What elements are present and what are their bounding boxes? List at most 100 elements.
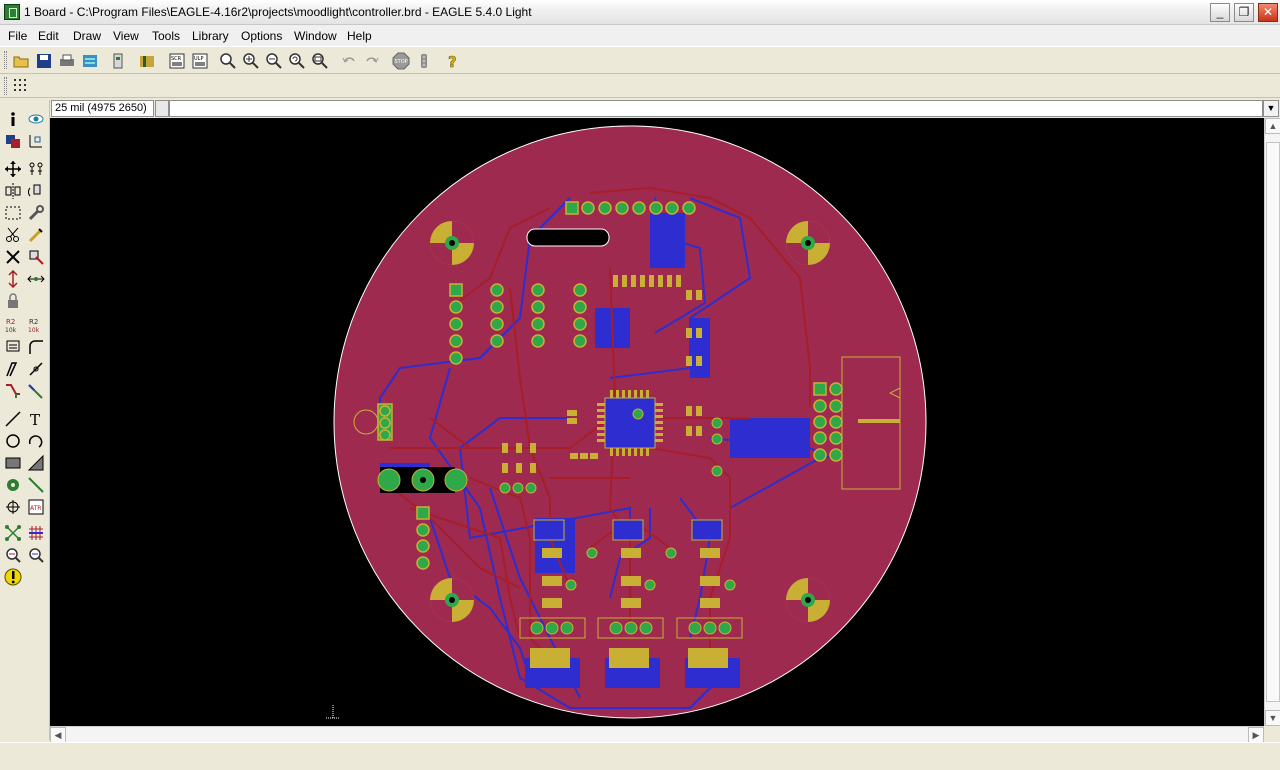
restore-button[interactable]: ❐	[1234, 3, 1254, 22]
zoom-fit-icon[interactable]	[219, 52, 237, 70]
svg-text:R2: R2	[6, 318, 15, 326]
name-icon[interactable]: R210k	[4, 316, 22, 334]
miter-icon[interactable]	[27, 338, 45, 356]
display-icon[interactable]	[4, 132, 22, 150]
menu-file[interactable]: File	[8, 29, 27, 43]
paste-icon[interactable]	[27, 226, 45, 244]
stop-icon[interactable]: STOP	[392, 52, 410, 70]
rotate-icon[interactable]	[27, 182, 45, 200]
menu-window[interactable]: Window	[294, 29, 337, 43]
split-icon[interactable]	[4, 360, 22, 378]
left-component	[377, 403, 393, 441]
scroll-left-arrow[interactable]: ◀	[50, 727, 66, 743]
smash-icon[interactable]	[4, 338, 22, 356]
zoom-out-icon[interactable]	[265, 52, 283, 70]
mounting-hole-tl	[430, 221, 474, 265]
circle-icon[interactable]	[4, 432, 22, 450]
window-title: 1 Board - C:\Program Files\EAGLE-4.16r2\…	[24, 5, 532, 19]
minimize-button[interactable]: _	[1210, 3, 1230, 22]
cut-icon[interactable]	[4, 226, 22, 244]
menu-edit[interactable]: Edit	[38, 29, 59, 43]
pinswap-icon[interactable]	[4, 270, 22, 288]
ratsnest-icon[interactable]	[4, 524, 22, 542]
scroll-down-arrow[interactable]: ▼	[1265, 710, 1280, 726]
zoom-redraw-icon[interactable]	[288, 52, 306, 70]
info-icon[interactable]	[4, 110, 22, 128]
toolbar-grip-2[interactable]	[4, 77, 7, 95]
open-icon[interactable]	[12, 52, 30, 70]
close-button[interactable]: ✕	[1258, 3, 1278, 22]
change-icon[interactable]	[27, 204, 45, 222]
zoom-in-icon[interactable]	[242, 52, 260, 70]
undo-icon[interactable]	[340, 52, 358, 70]
eagle-app-icon	[4, 4, 20, 20]
pcb-board-view[interactable]	[50, 118, 1264, 726]
board-slot	[526, 228, 610, 247]
auto-icon[interactable]	[27, 524, 45, 542]
print-icon[interactable]	[58, 52, 76, 70]
errors-icon[interactable]	[4, 568, 22, 586]
group-icon[interactable]	[4, 204, 22, 222]
grid-icon[interactable]	[12, 77, 30, 95]
zoom-select-icon[interactable]	[311, 52, 329, 70]
title-bar[interactable]: 1 Board - C:\Program Files\EAGLE-4.16r2\…	[0, 0, 1280, 25]
delete-icon[interactable]	[4, 248, 22, 266]
svg-text:?: ?	[448, 53, 457, 70]
ripup-icon[interactable]	[27, 382, 45, 400]
go-icon[interactable]	[415, 52, 433, 70]
value-icon[interactable]: R210k	[27, 316, 45, 334]
svg-text:10k: 10k	[5, 327, 17, 334]
menu-help[interactable]: Help	[347, 29, 372, 43]
optimize-icon[interactable]	[27, 360, 45, 378]
command-history-dropdown[interactable]: ▼	[1263, 100, 1279, 117]
attribute-icon[interactable]: ATR	[27, 498, 45, 516]
board-canvas[interactable]	[50, 118, 1264, 726]
wire-icon[interactable]	[4, 410, 22, 428]
menu-view[interactable]: View	[113, 29, 139, 43]
power-jack	[377, 467, 468, 493]
replace-icon[interactable]	[27, 270, 45, 288]
coordinate-button[interactable]	[155, 100, 169, 117]
rect-icon[interactable]	[4, 454, 22, 472]
menu-tools[interactable]: Tools	[152, 29, 180, 43]
add-icon[interactable]	[27, 248, 45, 266]
vertical-scrollbar[interactable]: ▲ ▼	[1264, 118, 1280, 726]
microcontroller	[597, 390, 663, 456]
command-palette: R2 10k R2 10k T ATR	[0, 100, 50, 740]
copy-icon[interactable]	[27, 160, 45, 178]
via-icon[interactable]	[4, 476, 22, 494]
move-icon[interactable]	[4, 160, 22, 178]
horizontal-scrollbar[interactable]: ◀ ▶	[50, 726, 1264, 743]
help-icon[interactable]: ?	[444, 52, 462, 70]
menu-options[interactable]: Options	[241, 29, 282, 43]
svg-text:SCR: SCR	[171, 56, 182, 62]
mirror-icon[interactable]	[4, 182, 22, 200]
crosshair-cursor	[326, 704, 340, 719]
mark-icon[interactable]	[27, 132, 45, 150]
menu-draw[interactable]: Draw	[73, 29, 101, 43]
route-icon[interactable]	[4, 382, 22, 400]
show-icon[interactable]	[27, 110, 45, 128]
redo-icon[interactable]	[363, 52, 381, 70]
vertical-scroll-thumb[interactable]	[1266, 142, 1280, 702]
menu-library[interactable]: Library	[192, 29, 229, 43]
polygon-icon[interactable]	[27, 454, 45, 472]
cam-icon[interactable]	[81, 52, 99, 70]
text-icon[interactable]: T	[27, 410, 45, 428]
lock-icon[interactable]	[4, 292, 22, 310]
board-schematic-switch-icon[interactable]	[109, 52, 127, 70]
ulp-icon[interactable]: ULP	[191, 52, 209, 70]
scroll-up-arrow[interactable]: ▲	[1265, 118, 1280, 134]
drc-icon[interactable]	[27, 546, 45, 564]
save-icon[interactable]	[35, 52, 53, 70]
signal-icon[interactable]	[27, 476, 45, 494]
script-icon[interactable]: SCR	[168, 52, 186, 70]
toolbar-grip[interactable]	[4, 51, 7, 69]
erc-icon[interactable]	[4, 546, 22, 564]
use-library-icon[interactable]	[138, 52, 156, 70]
scroll-right-arrow[interactable]: ▶	[1248, 727, 1264, 743]
svg-text:R2: R2	[29, 318, 38, 326]
arc-icon[interactable]	[27, 432, 45, 450]
hole-icon[interactable]	[4, 498, 22, 516]
command-line-input[interactable]	[169, 100, 1263, 117]
